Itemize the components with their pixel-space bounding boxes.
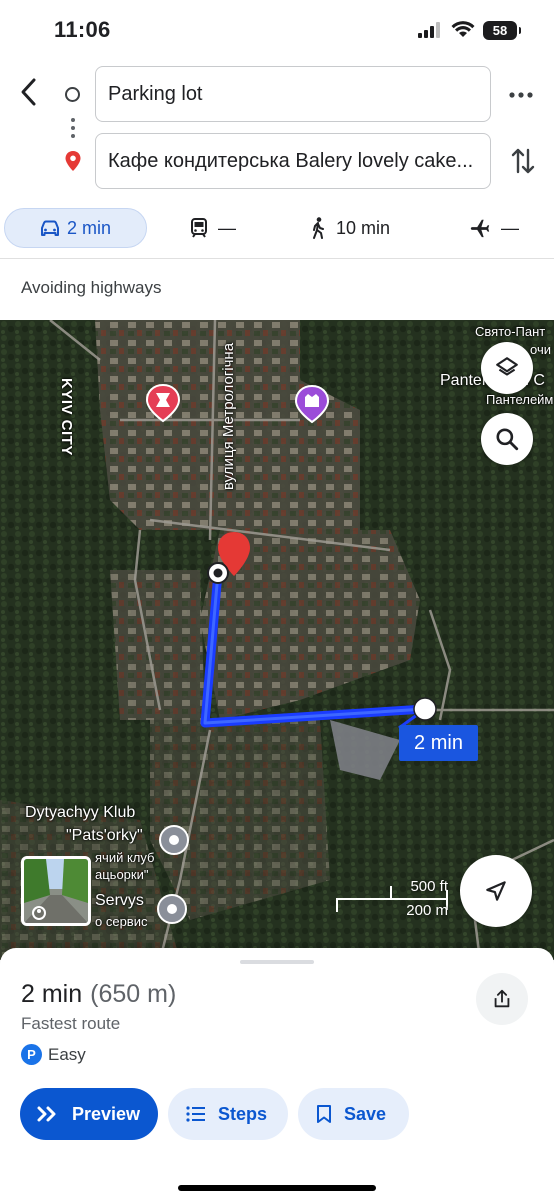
- preview-label: Preview: [72, 1103, 141, 1124]
- battery-indicator: 58: [483, 21, 521, 40]
- map-label-club-2: "Pats'orky": [66, 827, 143, 844]
- share-button[interactable]: [476, 973, 528, 1025]
- route-subtitle: Fastest route: [21, 1014, 121, 1033]
- map-label-svyato-2: очи: [530, 342, 551, 357]
- parking-info: P Easy: [21, 1044, 86, 1065]
- cellular-signal-icon: [418, 22, 440, 38]
- map-label-street: вулиця Метрологічна: [220, 342, 237, 490]
- bookmark-icon: [317, 1105, 331, 1123]
- walk-icon: [313, 217, 324, 239]
- search-button[interactable]: [481, 413, 533, 465]
- parking-text: Easy: [48, 1044, 86, 1064]
- steps-label: Steps: [218, 1103, 268, 1124]
- route-time-badge: 2 min: [399, 725, 478, 761]
- flight-time: —: [501, 217, 519, 238]
- transit-time: —: [218, 217, 236, 238]
- scale-meters: 200 m: [406, 902, 448, 919]
- flight-icon: [470, 219, 490, 238]
- recenter-button[interactable]: [460, 855, 532, 927]
- map-view[interactable]: KYIV CITY вулиця Метрологічна Свято-Пант…: [0, 320, 554, 960]
- navigation-arrow-icon: [486, 881, 506, 901]
- preview-button[interactable]: Preview: [20, 1088, 158, 1140]
- save-button[interactable]: Save: [298, 1088, 409, 1140]
- map-label-servys-ua: о сервис: [95, 914, 148, 929]
- map-label-kyiv-city: KYIV CITY: [58, 378, 75, 456]
- parking-icon: P: [21, 1044, 42, 1065]
- origin-circle-icon: [65, 87, 80, 102]
- list-icon: [186, 1106, 205, 1122]
- steps-button[interactable]: Steps: [168, 1088, 288, 1140]
- distance-text: (650 m): [90, 980, 177, 1008]
- destination-input[interactable]: Кафе кондитерська Balery lovely cake...: [95, 133, 491, 189]
- transit-icon: [191, 218, 207, 238]
- back-arrow-icon[interactable]: [14, 76, 46, 108]
- map-label-club-3: ячий клуб: [95, 850, 155, 865]
- street-view-thumbnail[interactable]: [21, 856, 91, 926]
- wifi-icon: [451, 21, 475, 37]
- status-time: 11:06: [54, 17, 111, 42]
- home-indicator: [178, 1185, 376, 1191]
- tab-walking[interactable]: 10 min: [310, 208, 390, 248]
- tab-driving[interactable]: 2 min: [4, 208, 147, 248]
- status-bar: 11:06 58: [0, 0, 554, 60]
- route-duration: 2 min (650 m): [21, 980, 176, 1009]
- driving-time: 2 min: [67, 217, 112, 238]
- map-scale: 500 ft 200 m: [336, 878, 448, 919]
- car-icon: [41, 220, 59, 236]
- divider: [0, 258, 554, 259]
- tab-flights[interactable]: —: [469, 208, 519, 248]
- scale-feet: 500 ft: [410, 878, 448, 895]
- travel-mode-tabs: 2 min — 10 min —: [0, 208, 554, 250]
- map-label-club-4: ацьорки": [95, 867, 149, 882]
- share-icon: [494, 989, 510, 1008]
- map-label-servys: Servys: [95, 892, 144, 909]
- route-details-sheet: 2 min (650 m) Fastest route P Easy Previe…: [0, 948, 554, 1200]
- save-label: Save: [344, 1103, 387, 1124]
- layers-icon: [496, 357, 518, 376]
- more-options-icon[interactable]: [509, 91, 533, 99]
- route-connector-dots: [71, 118, 75, 142]
- walking-time: 10 min: [336, 217, 391, 238]
- street-view-image: [24, 859, 88, 923]
- chevrons-right-icon: [37, 1106, 56, 1122]
- sheet-drag-handle[interactable]: [240, 960, 314, 964]
- route-options-text[interactable]: Avoiding highways: [21, 278, 162, 298]
- tab-transit[interactable]: —: [190, 208, 236, 248]
- swap-directions-icon[interactable]: [510, 146, 536, 176]
- destination-pin-icon: [65, 151, 81, 171]
- duration-text: 2 min: [21, 980, 83, 1008]
- origin-input[interactable]: Parking lot: [95, 66, 491, 122]
- map-label-svyato: Свято-Пант: [475, 324, 546, 339]
- layers-button[interactable]: [481, 342, 533, 394]
- map-label-club: Dytyachyy Klub: [25, 804, 136, 821]
- search-icon: [496, 428, 519, 451]
- map-label-panteleimon-ua: Пантелейм: [486, 392, 554, 407]
